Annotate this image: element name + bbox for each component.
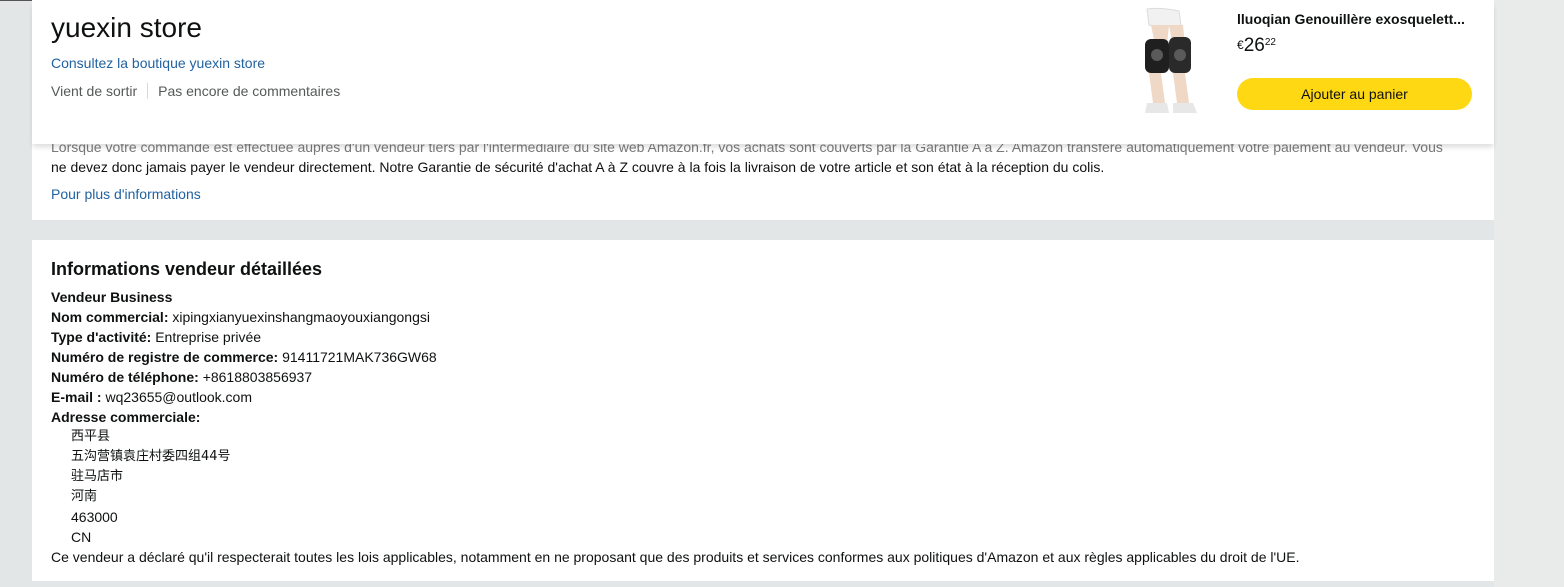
trade-name-value: xipingxianyuexinshangmaoyouxiangongsi	[172, 309, 430, 325]
right-gutter	[1494, 0, 1564, 587]
store-meta: Vient de sortir Pas encore de commentair…	[51, 83, 340, 99]
compliance-statement: Ce vendeur a déclaré qu'il respecterait …	[51, 549, 1300, 565]
trade-name-label: Nom commercial:	[51, 309, 169, 325]
address-line: 西平县	[71, 429, 111, 444]
meta-divider	[147, 83, 149, 99]
address-line: 河南	[71, 489, 98, 504]
product-price: €2622	[1237, 35, 1276, 57]
activity-label: Type d'activité:	[51, 329, 152, 345]
guarantee-line-2: ne devez donc jamais payer le vendeur di…	[51, 159, 1105, 175]
store-sticky-header: yuexin store Consultez la boutique yuexi…	[32, 1, 1494, 144]
email-row: E-mail : wq23655@outlook.com	[51, 387, 1300, 407]
add-to-cart-button[interactable]: Ajouter au panier	[1237, 78, 1472, 110]
registry-value: 91411721MAK736GW68	[282, 349, 437, 365]
registry-label: Numéro de registre de commerce:	[51, 349, 279, 365]
email-label: E-mail :	[51, 389, 102, 405]
address-line: 五沟营镇袁庄村委四组44号	[71, 449, 231, 464]
business-label: Vendeur Business	[51, 289, 173, 305]
price-whole: 26	[1243, 35, 1265, 56]
product-image[interactable]	[1117, 7, 1203, 120]
phone-row: Numéro de téléphone: +8618803856937	[51, 367, 1300, 387]
registry-row: Numéro de registre de commerce: 91411721…	[51, 347, 1300, 367]
product-title[interactable]: lluoqian Genouillère exosquelett...	[1237, 11, 1465, 27]
phone-label: Numéro de téléphone:	[51, 369, 199, 385]
price-fraction: 22	[1264, 37, 1276, 48]
phone-value: +8618803856937	[202, 369, 313, 385]
seller-details-card: Informations vendeur détaillées Vendeur …	[32, 240, 1494, 581]
store-name: yuexin store	[51, 12, 202, 43]
address-country: CN	[71, 529, 92, 545]
address-postal-code: 463000	[71, 509, 118, 525]
trade-name-row: Nom commercial: xipingxianyuexinshangmao…	[51, 307, 1300, 327]
store-status: Vient de sortir	[51, 83, 138, 99]
more-info-link[interactable]: Pour plus d'informations	[51, 186, 201, 202]
email-value: wq23655@outlook.com	[105, 389, 252, 405]
store-reviews: Pas encore de commentaires	[158, 83, 341, 99]
address-line: 驻马店市	[71, 469, 124, 484]
activity-value: Entreprise privée	[155, 329, 262, 345]
price-currency: €	[1237, 38, 1244, 52]
address-label-row: Adresse commerciale:	[51, 407, 1300, 427]
seller-details: Vendeur Business Nom commercial: xipingx…	[51, 287, 1300, 567]
address-label: Adresse commerciale:	[51, 409, 201, 425]
activity-row: Type d'activité: Entreprise privée	[51, 327, 1300, 347]
business-label-row: Vendeur Business	[51, 287, 1300, 307]
visit-store-link[interactable]: Consultez la boutique yuexin store	[51, 55, 265, 71]
section-title: Informations vendeur détaillées	[51, 259, 323, 279]
